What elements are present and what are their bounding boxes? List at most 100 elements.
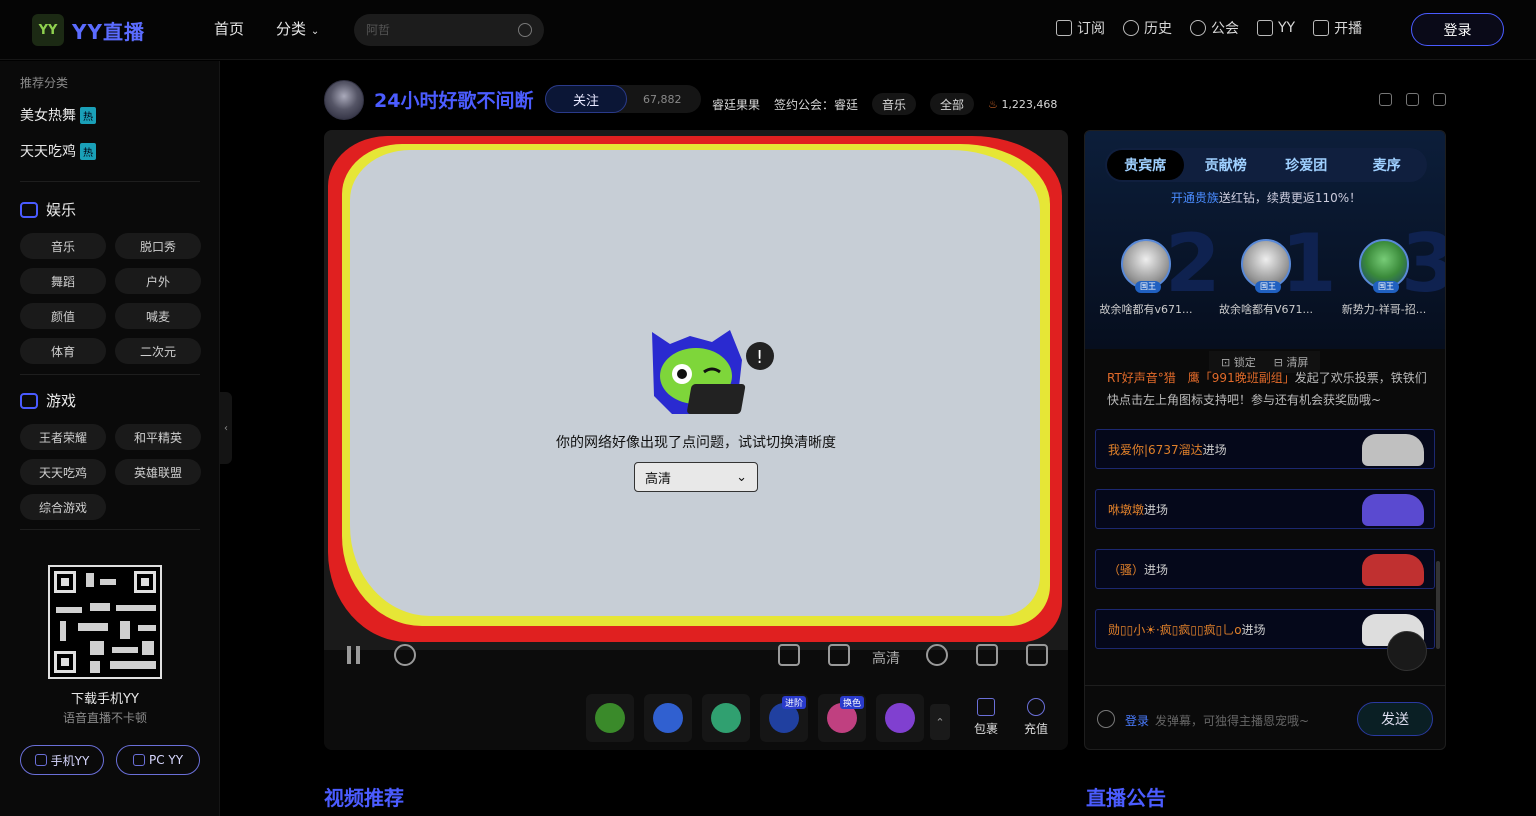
mobile-yy-button[interactable]: 手机YY xyxy=(20,745,104,775)
qr-module xyxy=(56,607,82,613)
rank-item[interactable]: 国王 新势力-祥哥-招... xyxy=(1329,239,1439,317)
broadcast-icon xyxy=(1313,20,1330,36)
pill-pubg[interactable]: 天天吃鸡 xyxy=(20,459,106,485)
system-message: RT好声音°猎 鹰「991晚班副组」发起了欢乐投票，铁铁们快点击左上角图标支持吧… xyxy=(1107,367,1427,411)
search-input[interactable] xyxy=(366,23,518,37)
category-entertainment[interactable]: 娱乐 xyxy=(20,199,76,220)
qr-module xyxy=(90,641,104,655)
nav-category[interactable]: 分类 ⌄ xyxy=(276,18,319,39)
login-button[interactable]: 登录 xyxy=(1411,13,1504,46)
list-item: 咻墩墩 进场 xyxy=(1095,489,1435,529)
sidebar-item-pubg[interactable]: 天天吃鸡热 xyxy=(20,141,96,161)
chat-filter-icon[interactable] xyxy=(1387,631,1427,671)
noble-promo[interactable]: 开通贵族送红钻，续费更返110%！ xyxy=(1085,189,1445,206)
quality-button[interactable]: 高清 xyxy=(872,648,900,668)
sidebar-item-dance-label: 美女热舞 xyxy=(20,108,76,124)
gift-item[interactable] xyxy=(644,694,692,742)
danmaku-toggle-icon[interactable] xyxy=(926,644,948,666)
gift-2-icon xyxy=(653,703,683,733)
sidebar-item-dance[interactable]: 美女热舞热 xyxy=(20,105,96,125)
guild-label[interactable]: 签约公会：睿廷 xyxy=(774,96,858,113)
pill-general-games[interactable]: 综合游戏 xyxy=(20,494,106,520)
tag-music[interactable]: 音乐 xyxy=(872,93,917,115)
pill-peace-elite[interactable]: 和平精英 xyxy=(115,424,201,450)
share-icon[interactable] xyxy=(1406,93,1419,106)
room-meta: 睿廷果果 签约公会：睿廷 音乐 全部 ♨ 1,223,468 xyxy=(712,93,1057,115)
emoji-icon[interactable] xyxy=(1097,710,1115,728)
chat-username[interactable]: （骚） xyxy=(1108,561,1144,578)
pill-shout[interactable]: 喊麦 xyxy=(115,303,201,329)
pill-music[interactable]: 音乐 xyxy=(20,233,106,259)
chat-input[interactable]: 发弹幕，可独得主播恩宠哦~ xyxy=(1155,712,1309,729)
rank-item[interactable]: 国王 故余啥都有V671... xyxy=(1211,239,1321,317)
quality-select[interactable]: 高清 ⌄ xyxy=(634,462,758,492)
fullscreen-icon[interactable] xyxy=(1026,644,1048,666)
follow-button[interactable]: 关注 xyxy=(545,85,627,113)
phone-icon[interactable] xyxy=(1433,93,1446,106)
pill-honor-of-kings[interactable]: 王者荣耀 xyxy=(20,424,106,450)
chat-login-link[interactable]: 登录 xyxy=(1125,712,1149,729)
top-subscribe[interactable]: 订阅 xyxy=(1056,18,1105,38)
chat-username[interactable]: 勋▯▯小☀·疯▯疯▯▯疯▯乚о xyxy=(1108,621,1242,638)
bag-button[interactable]: 包裹 xyxy=(966,698,1006,737)
pill-lol[interactable]: 英雄联盟 xyxy=(115,459,201,485)
pill-dance[interactable]: 舞蹈 xyxy=(20,268,106,294)
search-icon[interactable] xyxy=(518,23,532,37)
system-message-user[interactable]: RT好声音°猎 鹰「991晚班副组」 xyxy=(1107,371,1295,385)
chat-username[interactable]: 我爱你|6737溜达 xyxy=(1108,441,1203,458)
gift-item[interactable] xyxy=(586,694,634,742)
tag-all[interactable]: 全部 xyxy=(930,93,975,115)
qr-module xyxy=(86,573,94,587)
top-yy[interactable]: YY xyxy=(1257,18,1295,38)
category-games[interactable]: 游戏 xyxy=(20,390,76,411)
chat-action: 进场 xyxy=(1202,442,1227,457)
chat-username[interactable]: 咻墩墩 xyxy=(1108,501,1144,518)
pill-talkshow[interactable]: 脱口秀 xyxy=(115,233,201,259)
mobile-yy-label: 手机YY xyxy=(50,753,90,768)
volume-icon[interactable] xyxy=(828,644,850,666)
pill-looks[interactable]: 颜值 xyxy=(20,303,106,329)
gift-item[interactable] xyxy=(702,694,750,742)
clock-icon xyxy=(1123,20,1139,36)
nav-home[interactable]: 首页 xyxy=(214,18,244,39)
video-area[interactable]: ! 你的网络好像出现了点问题，试试切换清晰度 高清 ⌄ xyxy=(324,130,1068,650)
picture-in-picture-icon[interactable] xyxy=(976,644,998,666)
tab-contribution[interactable]: 贡献榜 xyxy=(1188,150,1265,180)
gift-item[interactable]: 进阶 xyxy=(760,694,808,742)
pill-outdoor[interactable]: 户外 xyxy=(115,268,201,294)
gift-item[interactable]: 换色 xyxy=(818,694,866,742)
pc-yy-button[interactable]: PC YY xyxy=(116,745,200,775)
pill-acg[interactable]: 二次元 xyxy=(115,338,201,364)
tab-mic-queue[interactable]: 麦序 xyxy=(1349,150,1426,180)
recharge-button[interactable]: 充值 xyxy=(1016,698,1056,737)
chat-scrollbar[interactable] xyxy=(1436,561,1440,649)
gift-expand-button[interactable]: ⌃ xyxy=(930,704,950,740)
gift-badge: 进阶 xyxy=(781,696,806,709)
logo[interactable]: YY YY直播 xyxy=(32,14,145,46)
host-name[interactable]: 睿廷果果 xyxy=(712,96,760,113)
chat-action: 进场 xyxy=(1241,622,1266,637)
follow-group: 关注 67,882 xyxy=(545,85,701,113)
danmaku-edit-icon[interactable] xyxy=(778,644,800,666)
qr-finder xyxy=(54,651,76,673)
report-icon[interactable] xyxy=(1379,93,1392,106)
top-broadcast[interactable]: 开播 xyxy=(1313,18,1362,38)
refresh-icon[interactable] xyxy=(394,644,416,666)
top-history[interactable]: 历史 xyxy=(1123,18,1172,38)
top-guild[interactable]: 公会 xyxy=(1190,18,1239,38)
send-button[interactable]: 发送 xyxy=(1357,702,1433,736)
pause-icon[interactable] xyxy=(344,644,366,666)
pill-sports[interactable]: 体育 xyxy=(20,338,106,364)
noble-promo-link: 开通贵族 xyxy=(1170,191,1219,205)
host-avatar[interactable] xyxy=(324,80,364,120)
qr-module xyxy=(120,621,130,639)
tab-fan-club[interactable]: 珍爱团 xyxy=(1268,150,1345,180)
gift-item[interactable] xyxy=(876,694,924,742)
chat-action: 进场 xyxy=(1144,562,1169,577)
rank-item[interactable]: 国王 故余啥都有v671... xyxy=(1091,239,1201,317)
chevron-up-icon: ⌃ xyxy=(935,715,945,729)
flame-icon: ♨ xyxy=(988,97,998,111)
sidebar-collapse-button[interactable]: ‹ xyxy=(220,392,232,464)
tab-vip-seats[interactable]: 贵宾席 xyxy=(1107,150,1184,180)
nav-category-label: 分类 xyxy=(276,20,307,38)
